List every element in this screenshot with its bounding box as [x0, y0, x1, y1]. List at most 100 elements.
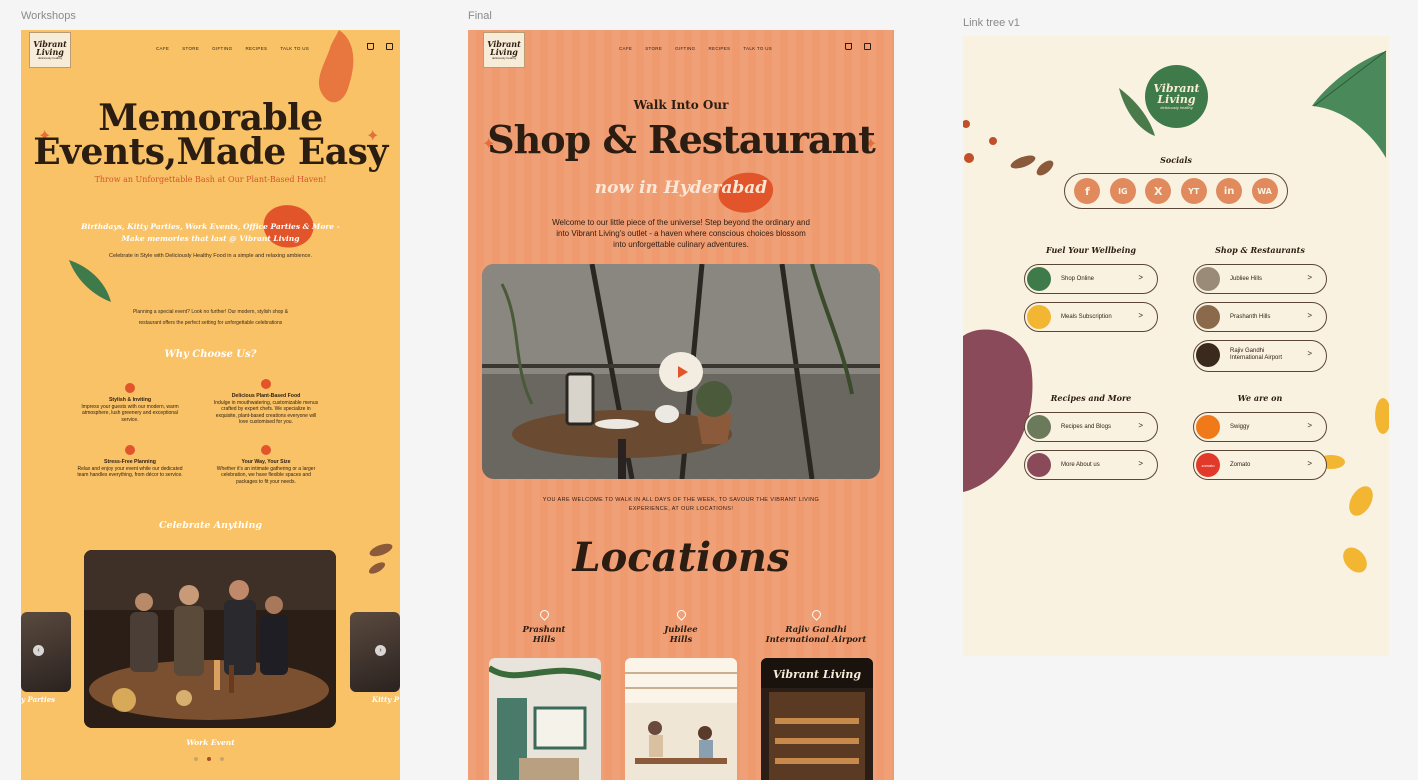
- carousel-main-image[interactable]: [84, 550, 336, 728]
- final-intro-1: Welcome to our little piece of the unive…: [552, 218, 810, 227]
- carousel-caption: Work Event: [186, 738, 235, 747]
- nav-talk[interactable]: TALK TO US: [280, 46, 309, 51]
- nav-gifting[interactable]: GIFTING: [675, 46, 695, 51]
- link-label: Shop Online: [1061, 275, 1095, 282]
- link-label: Zomato: [1230, 461, 1251, 468]
- workshops-headline-2: Events,Made Easy: [33, 131, 388, 173]
- x-twitter-icon[interactable]: X: [1145, 178, 1172, 204]
- nav-icons: [367, 43, 393, 50]
- location-image-jubilee[interactable]: [625, 658, 737, 780]
- final-city: now in Hyderabad: [594, 178, 768, 198]
- banana-leaf-shape: [1312, 50, 1387, 158]
- swiggy-icon: [1196, 415, 1220, 439]
- nav-gifting[interactable]: GIFTING: [212, 46, 232, 51]
- nav-cafe[interactable]: CAFE: [156, 46, 169, 51]
- chevron-right-icon: >: [1307, 459, 1312, 468]
- location-name: Hills: [532, 635, 556, 645]
- brand-logo[interactable]: Vibrant Living deliciously healthy: [483, 32, 525, 68]
- link-jubilee-hills[interactable]: Jubliee Hills >: [1193, 264, 1327, 294]
- event-photo: [84, 550, 336, 728]
- nav-store[interactable]: STORE: [182, 46, 199, 51]
- celebrate-text: Celebrate in Style with Deliciously Heal…: [109, 253, 312, 259]
- nav-recipes[interactable]: RECIPES: [245, 46, 267, 51]
- frame-label-final[interactable]: Final: [468, 10, 492, 22]
- nav-talk[interactable]: TALK TO US: [743, 46, 772, 51]
- carousel-dot[interactable]: [220, 757, 224, 761]
- linkedin-icon[interactable]: in: [1216, 178, 1243, 204]
- link-label: More About us: [1061, 461, 1100, 468]
- final-intro-2: into Vibrant Living's outlet - a haven w…: [556, 229, 806, 238]
- link-about-us[interactable]: More About us >: [1024, 450, 1158, 480]
- feature-body: Relax and enjoy your event while our ded…: [77, 465, 183, 479]
- feature-size: Your Way, Your Size Whether it's an intim…: [211, 445, 321, 485]
- youtube-icon[interactable]: YT: [1180, 178, 1207, 204]
- logo-text-2: Living: [36, 47, 64, 57]
- feature-planning: Stress-Free Planning Relax and enjoy your…: [75, 445, 185, 479]
- final-intro-3: into unforgettable culinary adventures.: [613, 240, 749, 249]
- carousel-next-icon[interactable]: ›: [375, 645, 386, 656]
- location-jubilee[interactable]: Jubilee Hills: [631, 608, 731, 645]
- cart-icon[interactable]: [845, 43, 852, 50]
- play-button-icon[interactable]: [659, 352, 703, 392]
- store-sign: Vibrant Living: [772, 668, 862, 681]
- location-airport[interactable]: Rajiv Gandhi International Airport: [756, 608, 876, 645]
- account-icon[interactable]: [386, 43, 393, 50]
- location-image-airport[interactable]: Vibrant Living: [761, 658, 873, 780]
- nav-store[interactable]: STORE: [645, 46, 662, 51]
- workshops-subheadline: Throw an Unforgettable Bash at Our Plant…: [94, 175, 327, 184]
- celebrate-anything-title: Celebrate Anything: [158, 520, 263, 531]
- yellow-petal-shapes: [1321, 398, 1389, 573]
- whatsapp-icon[interactable]: WA: [1251, 178, 1278, 204]
- cart-icon[interactable]: [367, 43, 374, 50]
- carousel-side-image-left[interactable]: [21, 612, 71, 692]
- carousel-dot-active[interactable]: [207, 757, 211, 761]
- frame-label-workshops[interactable]: Workshops: [21, 10, 76, 22]
- about-thumbnail-icon: [1027, 453, 1051, 477]
- occasions-line-2: Make memories that last @ Vibrant Living: [121, 234, 300, 243]
- brand-logo-circle[interactable]: Vibrant Living deliciously healthy: [1145, 65, 1208, 128]
- planning-line-2: restaurant offers the perfect setting fo…: [138, 320, 283, 326]
- chevron-right-icon: >: [1307, 349, 1312, 358]
- occasions-line-1: Birthdays, Kitty Parties, Work Events, O…: [81, 222, 340, 231]
- chevron-right-icon: >: [1138, 421, 1143, 430]
- orange-blob-shape: [318, 30, 354, 103]
- link-label: Prashanth Hills: [1230, 313, 1271, 320]
- location-prashant[interactable]: Prashant Hills: [494, 608, 594, 645]
- nav-recipes[interactable]: RECIPES: [708, 46, 730, 51]
- link-shop-online[interactable]: Shop Online >: [1024, 264, 1158, 294]
- brand-logo[interactable]: Vibrant Living deliciously healthy: [29, 32, 71, 68]
- instagram-icon[interactable]: IG: [1109, 178, 1136, 204]
- carousel-dot[interactable]: [194, 757, 198, 761]
- link-zomato[interactable]: zomato Zomato >: [1193, 450, 1327, 480]
- link-meals-subscription[interactable]: Meals Subscription >: [1024, 302, 1158, 332]
- chevron-right-icon: >: [1138, 273, 1143, 282]
- location-name: Jubilee: [664, 625, 698, 635]
- link-prashanth-hills[interactable]: Prashanth Hills >: [1193, 302, 1327, 332]
- seed-shapes: [963, 120, 1054, 176]
- carousel-prev-icon[interactable]: ‹: [33, 645, 44, 656]
- location-image-prashant[interactable]: [489, 658, 601, 780]
- planning-line-1: Planning a special event? Look no furthe…: [132, 309, 289, 315]
- frame-label-linktree[interactable]: Link tree v1: [963, 17, 1020, 29]
- locations-title: Locations: [572, 534, 790, 581]
- nav-icons: [845, 43, 871, 50]
- prashant-photo: [489, 658, 601, 780]
- restaurant-video[interactable]: [482, 264, 880, 479]
- jubilee-photo: [625, 658, 737, 780]
- recipes-thumbnail-icon: [1027, 415, 1051, 439]
- feature-body: Indulge in mouthwatering, customizable m…: [213, 399, 319, 426]
- carousel-side-caption-left: y Parties: [21, 695, 56, 704]
- chevron-right-icon: >: [1138, 311, 1143, 320]
- link-recipes-blogs[interactable]: Recipes and Blogs >: [1024, 412, 1158, 442]
- facebook-icon[interactable]: f: [1074, 178, 1101, 204]
- link-airport[interactable]: Rajiv Gandhi International Airport >: [1193, 340, 1327, 372]
- pin-icon: [809, 608, 823, 621]
- why-choose-title: Why Choose Us?: [164, 349, 257, 360]
- nav-cafe[interactable]: CAFE: [619, 46, 632, 51]
- account-icon[interactable]: [864, 43, 871, 50]
- meals-thumbnail-icon: [1027, 305, 1051, 329]
- walk-in-line-2: EXPERIENCE, AT OUR LOCATIONS!: [628, 506, 734, 512]
- link-swiggy[interactable]: Swiggy >: [1193, 412, 1327, 442]
- we-are-on-title: We are on: [1237, 393, 1283, 403]
- pin-icon: [537, 608, 551, 621]
